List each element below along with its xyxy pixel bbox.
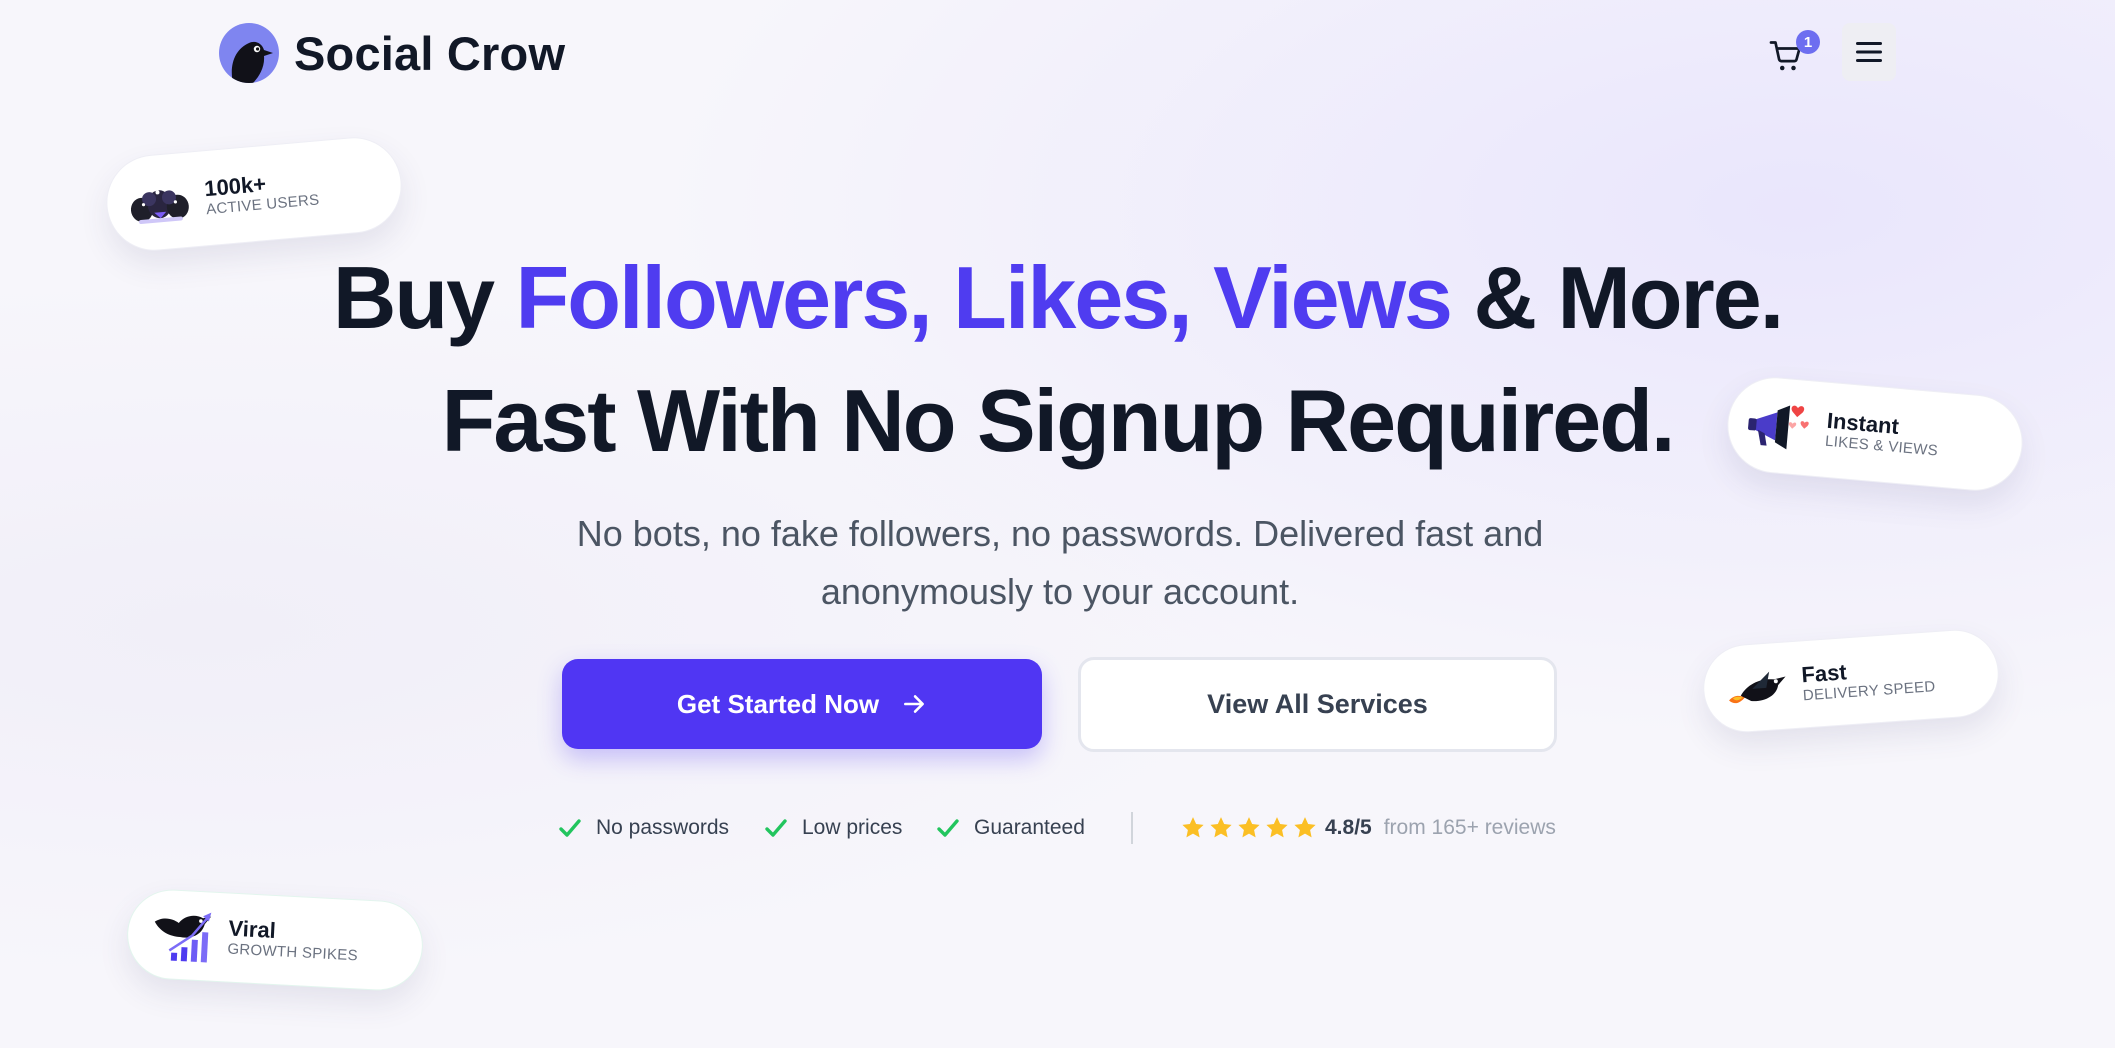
- check-icon: [765, 819, 787, 837]
- view-all-services-button[interactable]: View All Services: [1078, 657, 1557, 752]
- get-started-label: Get Started Now: [676, 688, 880, 719]
- trust-item: Low prices: [764, 812, 902, 844]
- pill-text-group: Fast DELIVERY SPEED: [1801, 654, 1936, 705]
- crow-growth-chart-icon: [154, 912, 212, 963]
- crow-logo-icon: [219, 23, 279, 83]
- menu-button[interactable]: [1842, 23, 1896, 81]
- headline-accent: Followers, Likes, Views: [515, 248, 1453, 347]
- trust-item: Guaranteed: [936, 812, 1085, 844]
- hero-headline-line2: Fast With No Signup Required.: [441, 371, 1676, 470]
- rating-score: 4.8/5: [1325, 816, 1372, 839]
- stat-pill-fast-delivery: Fast DELIVERY SPEED: [1700, 626, 2002, 736]
- trust-item: No passwords: [558, 812, 729, 844]
- rating-summary: 4.8/5 from 165+ reviews: [1325, 812, 1556, 844]
- stat-pill-active-users: 100k+ ACTIVE USERS: [102, 133, 406, 255]
- arrow-right-icon: [904, 695, 925, 713]
- trust-item-label: Guaranteed: [974, 816, 1085, 839]
- star-icon: [1182, 817, 1204, 838]
- crow-crowd-icon: [130, 190, 189, 224]
- subtitle-line1: No bots, no fake followers, no passwords…: [576, 513, 1544, 554]
- trust-row: No passwords Low prices Guaranteed 4.8/5…: [0, 812, 2115, 844]
- hero-subtitle: No bots, no fake followers, no passwords…: [540, 505, 1580, 621]
- site-header: Social Crow 1: [0, 0, 2115, 105]
- get-started-button[interactable]: Get Started Now: [562, 659, 1042, 749]
- star-rating: [1180, 812, 1318, 844]
- pill-text-group: 100k+ ACTIVE USERS: [203, 167, 320, 219]
- trust-divider: [1131, 812, 1133, 844]
- star-icon: [1238, 817, 1260, 838]
- brand-logo-link[interactable]: Social Crow: [219, 22, 565, 84]
- subtitle-line2: anonymously to your account.: [820, 571, 1300, 612]
- cart-count-badge: 1: [1796, 30, 1820, 54]
- pill-text-group: Viral GROWTH SPIKES: [227, 916, 360, 966]
- trust-item-label: Low prices: [802, 816, 903, 839]
- cart-button[interactable]: 1: [1768, 30, 1822, 76]
- star-icon: [1266, 817, 1288, 838]
- stat-pill-viral: Viral GROWTH SPIKES: [124, 887, 426, 993]
- headline-prefix: Buy: [332, 248, 516, 347]
- check-icon: [937, 819, 959, 837]
- check-icon: [559, 819, 581, 837]
- rocket-crow-icon: [1729, 671, 1786, 704]
- view-all-services-label: View All Services: [1207, 689, 1428, 719]
- hero-headline-line1: Buy Followers, Likes, Views & More.: [0, 248, 2115, 348]
- star-icon: [1210, 817, 1232, 838]
- trust-item-label: No passwords: [596, 816, 730, 839]
- review-count: from 165+ reviews: [1383, 816, 1556, 839]
- hamburger-menu-icon: [1856, 42, 1882, 62]
- landing-page: Social Crow 1 100k+ ACTIVE USERS Instant…: [0, 0, 2115, 1048]
- brand-name: Social Crow: [294, 26, 566, 80]
- star-icon: [1294, 817, 1316, 838]
- headline-suffix: & More.: [1451, 248, 1784, 347]
